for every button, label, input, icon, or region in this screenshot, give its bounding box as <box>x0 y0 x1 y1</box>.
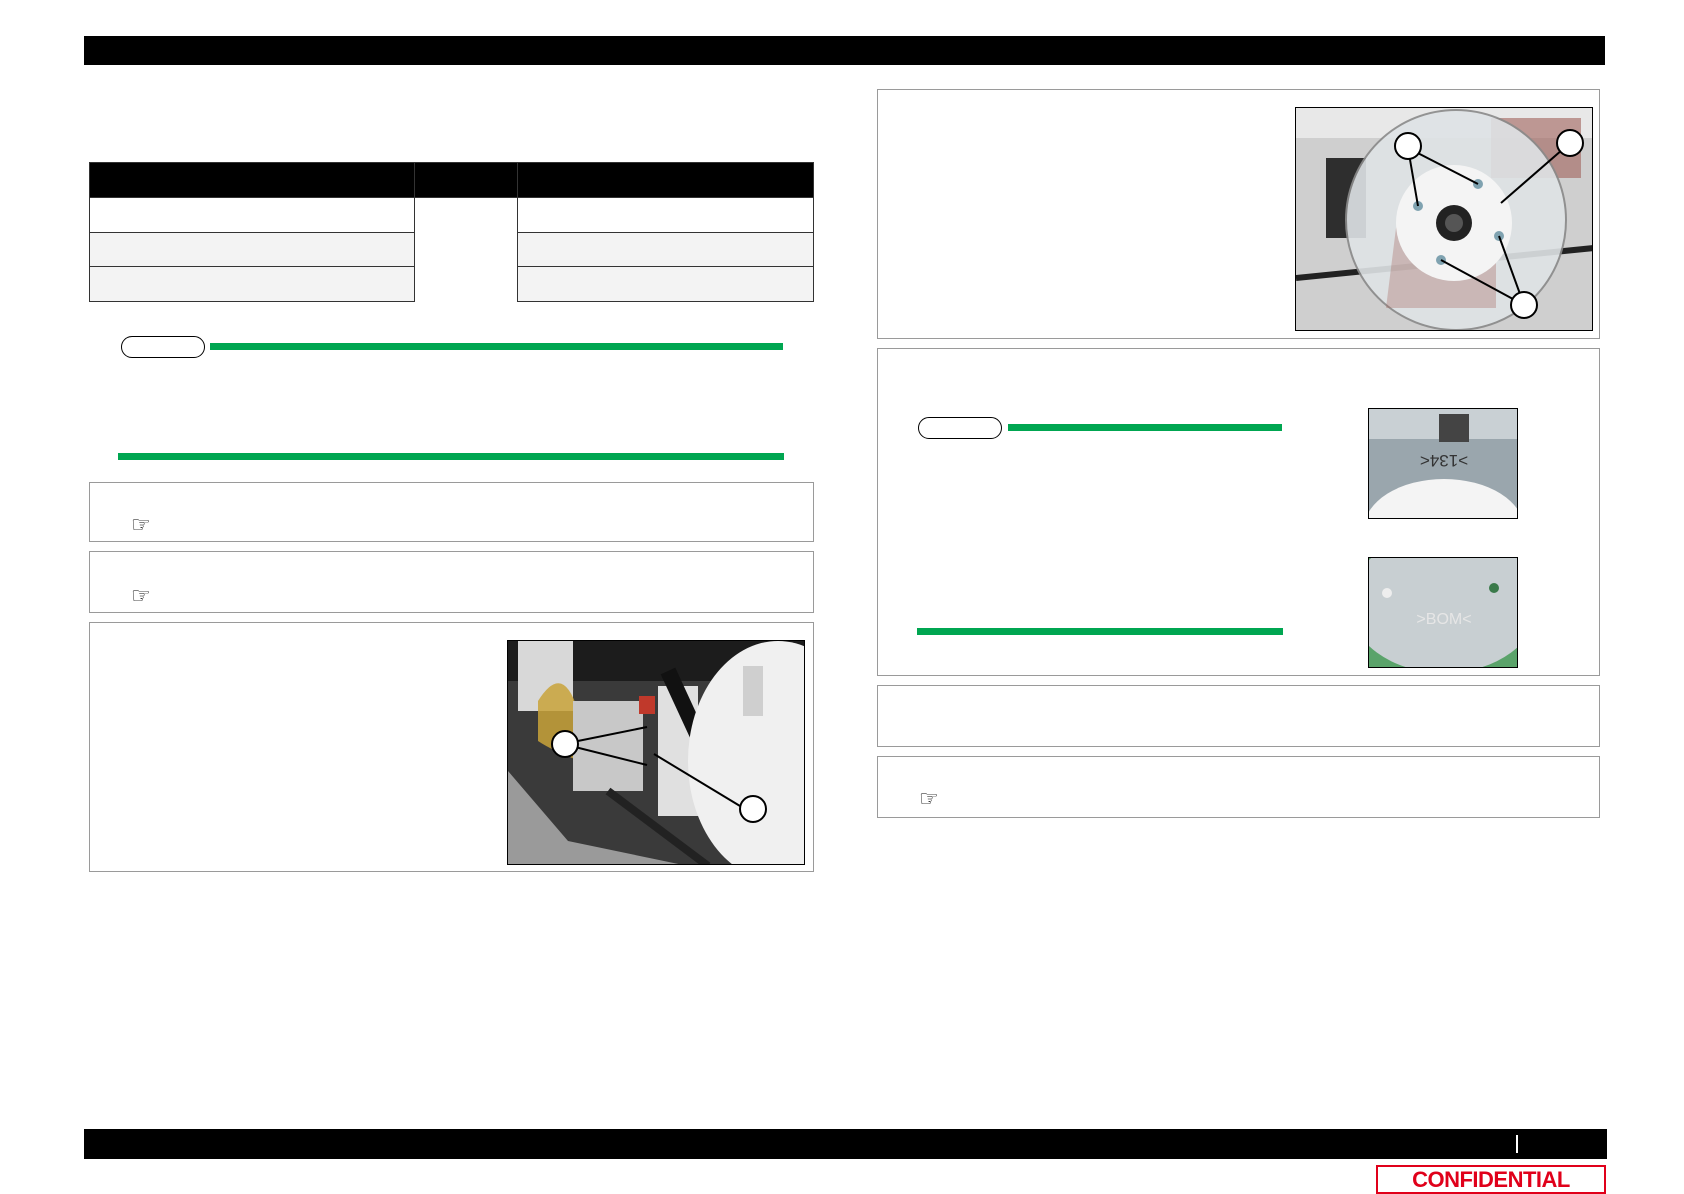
step-box <box>877 89 1600 339</box>
note-badge <box>121 336 205 358</box>
footer-separator <box>1516 1135 1518 1153</box>
note-top-rule <box>210 343 783 350</box>
header-bar <box>84 36 1605 65</box>
step-box: ☞ <box>877 756 1600 818</box>
note-badge <box>918 417 1002 439</box>
step-box: ☞ <box>89 551 814 613</box>
note-top-rule <box>1008 424 1282 431</box>
table-row <box>90 197 813 232</box>
step-box: ☞ <box>89 482 814 542</box>
note-bottom-rule <box>917 628 1283 635</box>
reference-hand-icon[interactable]: ☞ <box>919 789 939 811</box>
reference-hand-icon[interactable]: ☞ <box>131 586 151 608</box>
callout-marker <box>1394 132 1422 160</box>
coupling-photo-image <box>508 641 804 864</box>
spec-table <box>89 162 814 302</box>
callout-marker <box>739 795 767 823</box>
table-divider <box>414 163 415 302</box>
step-box <box>89 622 814 872</box>
step-box: >134< >BOM< <box>877 348 1600 676</box>
reference-hand-icon[interactable]: ☞ <box>131 515 151 537</box>
table-divider <box>517 163 518 302</box>
callout-marker <box>551 730 579 758</box>
footer-bar <box>84 1129 1607 1159</box>
callout-marker <box>1556 129 1584 157</box>
step-box <box>877 685 1600 747</box>
roller-disk-photo <box>1295 107 1593 331</box>
disk-marking-photo-bottom: >BOM< <box>1368 557 1518 668</box>
disk-marking-top-text: >134< <box>1420 451 1468 470</box>
disk-marking-image-bottom: >BOM< <box>1369 558 1517 667</box>
disk-marking-image-top: >134< <box>1369 409 1517 518</box>
note-bottom-rule <box>118 453 784 460</box>
disk-marking-photo-top: >134< <box>1368 408 1518 519</box>
disk-marking-bottom-text: >BOM< <box>1416 611 1471 628</box>
table-header <box>90 163 813 197</box>
coupling-photo <box>507 640 805 865</box>
roller-disk-image <box>1296 108 1592 330</box>
callout-marker <box>1510 291 1538 319</box>
merged-cell <box>414 232 517 302</box>
